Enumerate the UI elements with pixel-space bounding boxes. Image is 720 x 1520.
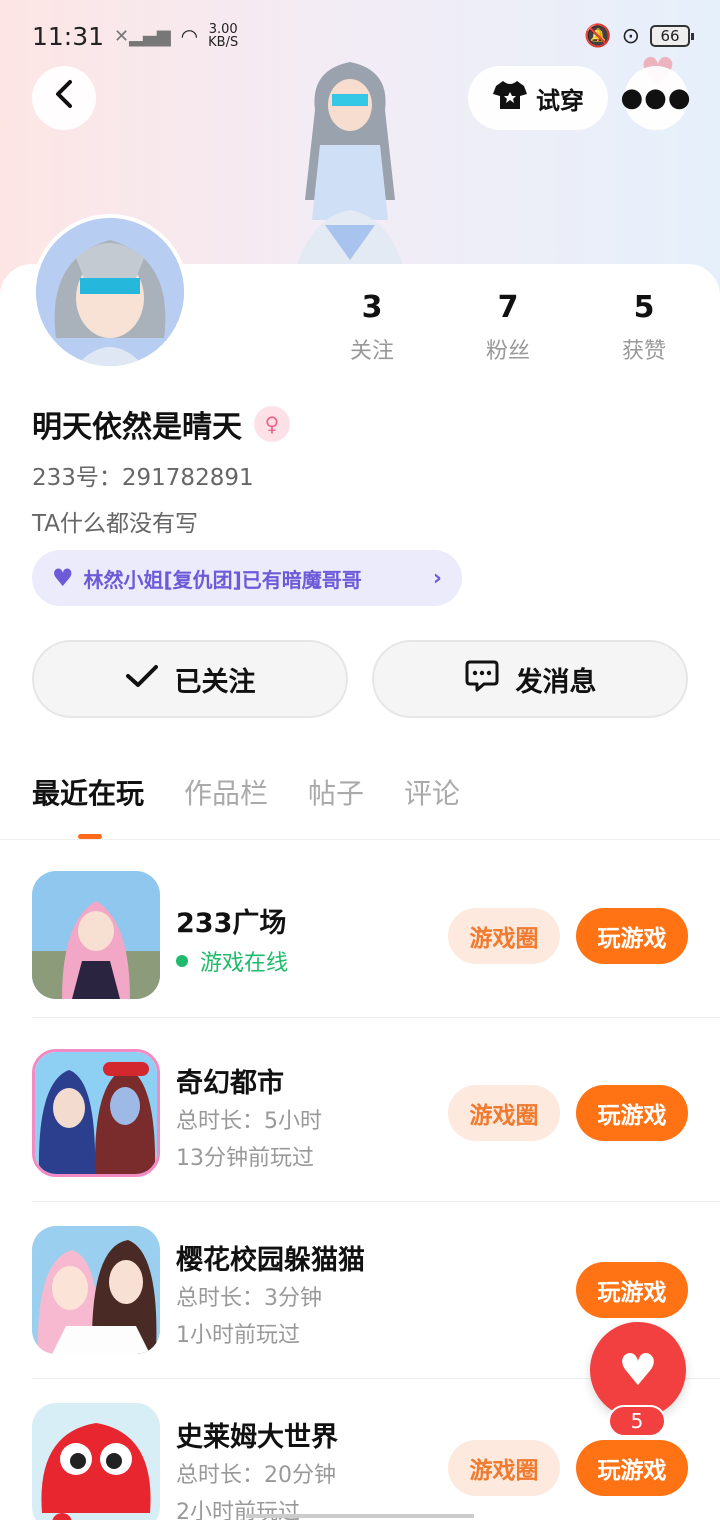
game-last-played: 1小时前玩过 (176, 1323, 300, 1348)
game-circle-button[interactable]: 游戏圈 (448, 1085, 560, 1141)
game-title: 奇幻都市 (176, 1068, 284, 1099)
tab-comments[interactable]: 评论 (404, 772, 460, 812)
user-name: 明天依然是晴天 (32, 410, 242, 445)
stat-likes[interactable]: 5 获赞 (594, 290, 694, 365)
game-row-233-plaza[interactable]: 233广场 游戏在线 游戏圈 玩游戏 (32, 841, 720, 1018)
status-bar: 11:31 ✕▂▄▆ ◠ 3.00 KB/S 🔕 ⊙ 66 (0, 0, 720, 72)
game-icon-233-plaza[interactable] (32, 871, 160, 999)
chat-bubble-icon (464, 659, 500, 700)
user-bio: TA什么都没有写 (32, 511, 198, 537)
stat-fans[interactable]: 7 粉丝 (458, 290, 558, 365)
game-title: 233广场 (176, 908, 287, 939)
game-row-fantasy-city[interactable]: 奇幻都市 总时长：5小时 13分钟前玩过 游戏圈 玩游戏 (32, 1025, 720, 1202)
stat-likes-value: 5 (633, 290, 655, 325)
mute-bell-icon: 🔕 (584, 23, 612, 49)
online-status-label: 游戏在线 (200, 951, 289, 976)
send-message-button[interactable]: 发消息 (372, 640, 688, 718)
signal-icon: ✕▂▄▆ (114, 25, 171, 47)
followed-button[interactable]: 已关注 (32, 640, 348, 718)
more-dots-icon: ●●● (620, 83, 692, 113)
followed-label: 已关注 (174, 666, 256, 698)
play-game-button[interactable]: 玩游戏 (576, 1085, 688, 1141)
heart-icon: ♥ (618, 1344, 658, 1396)
game-last-played: 13分钟前玩过 (176, 1146, 314, 1171)
play-game-button[interactable]: 玩游戏 (576, 1262, 688, 1318)
stat-following-value: 3 (361, 290, 383, 325)
avatar-3d-figure[interactable] (270, 50, 430, 300)
game-icon-fantasy-city[interactable] (32, 1049, 160, 1177)
stat-fans-label: 粉丝 (485, 339, 530, 364)
game-icon-sakura-hide-seek[interactable] (32, 1226, 160, 1354)
send-message-label: 发消息 (515, 666, 597, 698)
like-count-badge: 5 (608, 1405, 666, 1437)
chevron-right-icon: › (432, 565, 442, 591)
play-game-button[interactable]: 玩游戏 (576, 908, 688, 964)
tab-posts[interactable]: 帖子 (308, 772, 364, 812)
stat-fans-value: 7 (497, 290, 519, 325)
tab-works[interactable]: 作品栏 (184, 772, 268, 812)
like-fab-button[interactable]: ♥ (590, 1322, 686, 1418)
rotation-lock-icon: ⊙ (621, 23, 640, 49)
game-circle-button[interactable]: 游戏圈 (448, 908, 560, 964)
online-status: 游戏在线 (176, 945, 288, 977)
game-duration: 总时长：5小时 (176, 1109, 322, 1134)
game-circle-button[interactable]: 游戏圈 (448, 1440, 560, 1496)
chevron-left-icon (53, 79, 75, 117)
user-id: 233号：291782891 (32, 465, 254, 491)
tabs-divider (0, 839, 720, 840)
home-indicator (246, 1514, 474, 1518)
try-on-button[interactable]: 试穿 (468, 66, 608, 130)
profile-tabs: 最近在玩 作品栏 帖子 评论 (32, 772, 460, 812)
online-dot-icon (176, 955, 188, 967)
game-title: 樱花校园躲猫猫 (176, 1245, 365, 1276)
group-label: 林然小姐[复仇团]已有暗魔哥哥 (83, 567, 362, 592)
play-game-button[interactable]: 玩游戏 (576, 1440, 688, 1496)
purple-heart-icon: ♥ (52, 564, 74, 592)
game-title: 史莱姆大世界 (176, 1422, 338, 1453)
more-button[interactable]: ●●● (620, 66, 691, 130)
game-duration: 总时长：20分钟 (176, 1463, 336, 1488)
shirt-icon (492, 79, 528, 117)
net-speed: 3.00 KB/S (208, 23, 238, 49)
net-speed-unit: KB/S (208, 35, 239, 50)
game-duration: 总时长：3分钟 (176, 1286, 322, 1311)
stat-likes-label: 获赞 (621, 339, 666, 364)
tab-recently-played[interactable]: 最近在玩 (32, 772, 144, 812)
try-on-label: 试穿 (536, 86, 584, 115)
game-icon-slime-world[interactable] (32, 1403, 160, 1520)
battery-icon: 66 (650, 25, 694, 47)
group-link[interactable]: ♥ 林然小姐[复仇团]已有暗魔哥哥 › (32, 550, 462, 606)
status-time: 11:31 (32, 21, 105, 51)
avatar[interactable] (32, 214, 188, 370)
stat-following-label: 关注 (349, 339, 394, 364)
back-button[interactable] (32, 66, 96, 130)
name-row: 明天依然是晴天 ♀ (32, 402, 290, 446)
female-icon: ♀ (254, 406, 290, 442)
wifi-icon: ◠ (180, 24, 199, 48)
checkmark-icon (125, 663, 159, 696)
stat-following[interactable]: 3 关注 (322, 290, 422, 365)
row-divider (32, 1017, 720, 1018)
